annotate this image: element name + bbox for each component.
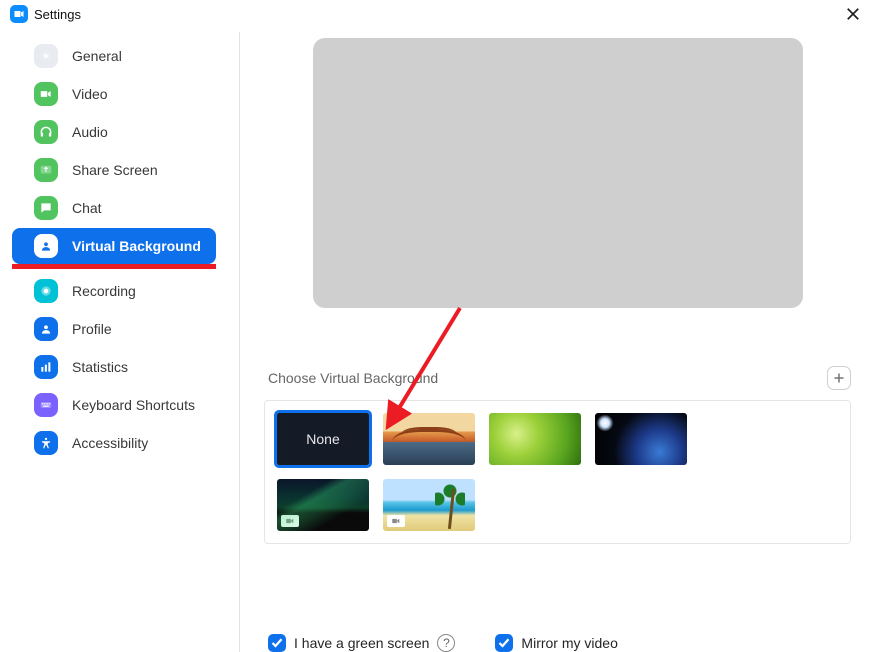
sidebar-item-video[interactable]: Video: [12, 76, 230, 112]
sidebar-item-label: Accessibility: [72, 435, 148, 451]
sidebar-item-keyboard-shortcuts[interactable]: Keyboard Shortcuts: [12, 387, 230, 423]
sidebar-item-profile[interactable]: Profile: [12, 311, 230, 347]
checkbox-checked-icon: [495, 634, 513, 652]
sidebar-item-label: Statistics: [72, 359, 128, 375]
video-badge-icon: [281, 515, 299, 527]
close-button[interactable]: [841, 2, 865, 26]
background-thumb-grass[interactable]: [489, 413, 581, 465]
headphones-icon: [34, 120, 58, 144]
mirror-video-label: Mirror my video: [521, 635, 617, 651]
sidebar-item-label: Video: [72, 86, 108, 102]
background-thumb-earth[interactable]: [595, 413, 687, 465]
video-badge-icon: [387, 515, 405, 527]
green-screen-label: I have a green screen: [294, 635, 429, 651]
mirror-video-checkbox[interactable]: Mirror my video: [495, 634, 617, 652]
video-preview: [313, 38, 803, 308]
help-icon[interactable]: ?: [437, 634, 455, 652]
content-area: Choose Virtual Background None: [240, 28, 873, 652]
sidebar-item-audio[interactable]: Audio: [12, 114, 230, 150]
sidebar-item-accessibility[interactable]: Accessibility: [12, 425, 230, 461]
checkbox-checked-icon: [268, 634, 286, 652]
window-title: Settings: [34, 7, 81, 22]
section-title: Choose Virtual Background: [268, 370, 438, 386]
gear-icon: [34, 44, 58, 68]
sidebar-item-label: Recording: [72, 283, 136, 299]
sidebar-item-statistics[interactable]: Statistics: [12, 349, 230, 385]
background-thumb-aurora[interactable]: [277, 479, 369, 531]
background-thumb-bridge[interactable]: [383, 413, 475, 465]
sidebar-item-label: Chat: [72, 200, 102, 216]
background-panel: None: [264, 400, 851, 544]
titlebar: Settings: [0, 0, 873, 28]
thumb-none-label: None: [306, 431, 339, 447]
add-background-button[interactable]: [827, 366, 851, 390]
background-thumb-beach[interactable]: [383, 479, 475, 531]
sidebar-item-general[interactable]: General: [12, 38, 230, 74]
virtual-background-icon: [34, 234, 58, 258]
app-icon: [10, 5, 28, 23]
sidebar-item-share-screen[interactable]: Share Screen: [12, 152, 230, 188]
statistics-icon: [34, 355, 58, 379]
sidebar-item-label: Audio: [72, 124, 108, 140]
accessibility-icon: [34, 431, 58, 455]
share-screen-icon: [34, 158, 58, 182]
sidebar-item-label: Keyboard Shortcuts: [72, 397, 195, 413]
annotation-underline: [12, 264, 216, 269]
sidebar-item-label: Virtual Background: [72, 238, 201, 254]
keyboard-icon: [34, 393, 58, 417]
sidebar-item-virtual-background[interactable]: Virtual Background: [12, 228, 216, 264]
sidebar: General Video Audio Share Screen Chat: [0, 28, 240, 652]
video-icon: [34, 82, 58, 106]
sidebar-item-label: General: [72, 48, 122, 64]
recording-icon: [34, 279, 58, 303]
sidebar-item-label: Profile: [72, 321, 112, 337]
background-thumb-none[interactable]: None: [277, 413, 369, 465]
sidebar-item-recording[interactable]: Recording: [12, 273, 230, 309]
chat-icon: [34, 196, 58, 220]
sidebar-item-chat[interactable]: Chat: [12, 190, 230, 226]
sidebar-item-label: Share Screen: [72, 162, 158, 178]
profile-icon: [34, 317, 58, 341]
green-screen-checkbox[interactable]: I have a green screen ?: [268, 634, 455, 652]
